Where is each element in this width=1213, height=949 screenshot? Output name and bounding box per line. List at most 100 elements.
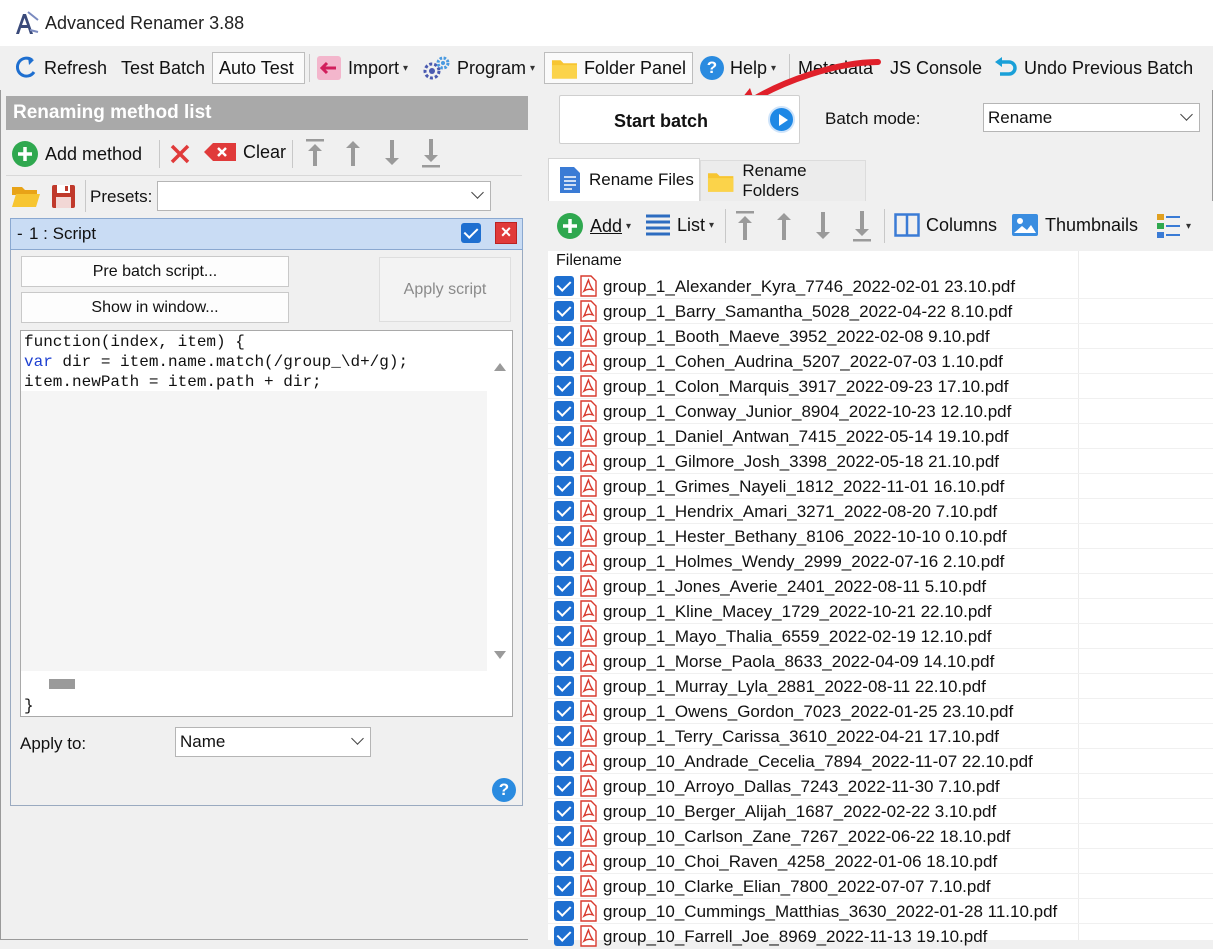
file-checkbox[interactable]	[554, 776, 574, 796]
method-help-icon[interactable]: ?	[492, 778, 516, 802]
file-row[interactable]: group_1_Booth_Maeve_3952_2022-02-08 9.10…	[548, 324, 1213, 349]
refresh-button[interactable]: Refresh	[12, 52, 107, 84]
file-row[interactable]: group_10_Cummings_Matthias_3630_2022-01-…	[548, 899, 1213, 924]
file-row[interactable]: group_10_Carlson_Zane_7267_2022-06-22 18…	[548, 824, 1213, 849]
add-files-button[interactable]: Add ▾	[556, 212, 631, 240]
file-checkbox[interactable]	[554, 601, 574, 621]
presets-dropdown[interactable]	[157, 181, 491, 211]
move-top-icon[interactable]	[304, 138, 326, 168]
apply-to-dropdown[interactable]: Name	[175, 727, 371, 757]
clear-button[interactable]: Clear	[203, 140, 286, 164]
file-checkbox[interactable]	[554, 526, 574, 546]
file-row[interactable]: group_1_Terry_Carissa_3610_2022-04-21 17…	[548, 724, 1213, 749]
file-checkbox[interactable]	[554, 351, 574, 371]
file-checkbox[interactable]	[554, 476, 574, 496]
start-batch-button[interactable]: Start batch	[559, 95, 800, 144]
file-checkbox[interactable]	[554, 551, 574, 571]
file-row[interactable]: group_10_Choi_Raven_4258_2022-01-06 18.1…	[548, 849, 1213, 874]
tab-rename-folders[interactable]: Rename Folders	[700, 160, 866, 201]
apply-script-button[interactable]: Apply script	[379, 257, 511, 322]
folder-panel-toggle[interactable]: Folder Panel	[544, 52, 693, 84]
file-row[interactable]: group_10_Clarke_Elian_7800_2022-07-07 7.…	[548, 874, 1213, 899]
file-row[interactable]: group_1_Cohen_Audrina_5207_2022-07-03 1.…	[548, 349, 1213, 374]
move-up-icon[interactable]	[773, 210, 795, 242]
file-row[interactable]: group_1_Gilmore_Josh_3398_2022-05-18 21.…	[548, 449, 1213, 474]
list-button[interactable]: List ▾	[645, 212, 714, 238]
file-checkbox[interactable]	[554, 376, 574, 396]
file-row[interactable]: group_1_Daniel_Antwan_7415_2022-05-14 19…	[548, 424, 1213, 449]
scroll-up-icon[interactable]	[494, 363, 506, 371]
file-checkbox[interactable]	[554, 726, 574, 746]
file-row[interactable]: group_10_Berger_Alijah_1687_2022-02-22 3…	[548, 799, 1213, 824]
move-top-icon[interactable]	[734, 210, 756, 242]
file-checkbox[interactable]	[554, 276, 574, 296]
file-row[interactable]: group_1_Mayo_Thalia_6559_2022-02-19 12.1…	[548, 624, 1213, 649]
remove-method-close-icon[interactable]: ×	[495, 222, 517, 244]
pre-batch-script-button[interactable]: Pre batch script...	[21, 256, 289, 287]
file-checkbox[interactable]	[554, 576, 574, 596]
file-checkbox[interactable]	[554, 626, 574, 646]
file-row[interactable]: group_1_Grimes_Nayeli_1812_2022-11-01 16…	[548, 474, 1213, 499]
open-folder-icon[interactable]	[11, 183, 41, 209]
file-checkbox[interactable]	[554, 301, 574, 321]
batch-mode-dropdown[interactable]: Rename	[983, 103, 1200, 132]
file-row[interactable]: group_10_Farrell_Joe_8969_2022-11-13 19.…	[548, 924, 1213, 949]
undo-previous-batch-button[interactable]: Undo Previous Batch	[992, 52, 1193, 84]
tab-rename-files[interactable]: Rename Files	[548, 158, 700, 201]
file-row[interactable]: group_10_Andrade_Cecelia_7894_2022-11-07…	[548, 749, 1213, 774]
file-row[interactable]: group_1_Morse_Paola_8633_2022-04-09 14.1…	[548, 649, 1213, 674]
file-row[interactable]: group_1_Jones_Averie_2401_2022-08-11 5.1…	[548, 574, 1213, 599]
file-checkbox[interactable]	[554, 851, 574, 871]
file-row[interactable]: group_1_Alexander_Kyra_7746_2022-02-01 2…	[548, 274, 1213, 299]
file-row[interactable]: group_1_Colon_Marquis_3917_2022-09-23 17…	[548, 374, 1213, 399]
program-button[interactable]: Program ▾	[423, 52, 535, 84]
file-row[interactable]: group_1_Holmes_Wendy_2999_2022-07-16 2.1…	[548, 549, 1213, 574]
file-row[interactable]: group_1_Owens_Gordon_7023_2022-01-25 23.…	[548, 699, 1213, 724]
columns-button[interactable]: Columns	[894, 213, 997, 237]
move-bottom-icon[interactable]	[420, 138, 442, 170]
file-checkbox[interactable]	[554, 676, 574, 696]
file-row[interactable]: group_1_Kline_Macey_1729_2022-10-21 22.1…	[548, 599, 1213, 624]
view-options-button[interactable]: ▾	[1156, 212, 1191, 240]
editor-vertical-scrollbar[interactable]	[487, 351, 511, 671]
scroll-down-icon[interactable]	[494, 651, 506, 659]
file-row[interactable]: group_1_Barry_Samantha_5028_2022-04-22 8…	[548, 299, 1213, 324]
add-method-button[interactable]: Add method	[11, 140, 142, 168]
file-checkbox[interactable]	[554, 451, 574, 471]
remove-method-button[interactable]	[168, 142, 192, 166]
file-checkbox[interactable]	[554, 751, 574, 771]
method-enabled-checkbox[interactable]	[461, 223, 481, 243]
move-down-icon[interactable]	[812, 210, 834, 242]
file-row[interactable]: group_1_Hendrix_Amari_3271_2022-08-20 7.…	[548, 499, 1213, 524]
move-up-icon[interactable]	[342, 138, 364, 168]
file-checkbox[interactable]	[554, 826, 574, 846]
test-batch-button[interactable]: Test Batch	[121, 52, 205, 84]
filename-column-header[interactable]: Filename	[556, 252, 622, 270]
file-checkbox[interactable]	[554, 701, 574, 721]
file-checkbox[interactable]	[554, 326, 574, 346]
editor-horizontal-scroll-thumb[interactable]	[49, 679, 75, 689]
file-row[interactable]: group_1_Conway_Junior_8904_2022-10-23 12…	[548, 399, 1213, 424]
file-checkbox[interactable]	[554, 426, 574, 446]
file-row[interactable]: group_1_Murray_Lyla_2881_2022-08-11 22.1…	[548, 674, 1213, 699]
save-icon[interactable]	[51, 184, 76, 209]
file-checkbox[interactable]	[554, 926, 574, 946]
file-checkbox[interactable]	[554, 401, 574, 421]
file-checkbox[interactable]	[554, 901, 574, 921]
method-header[interactable]: - 1 : Script ×	[10, 218, 523, 250]
import-button[interactable]: Import ▾	[316, 52, 408, 84]
file-row[interactable]: group_1_Hester_Bethany_8106_2022-10-10 0…	[548, 524, 1213, 549]
panel-splitter[interactable]	[528, 90, 548, 940]
file-row[interactable]: group_10_Arroyo_Dallas_7243_2022-11-30 7…	[548, 774, 1213, 799]
js-console-button[interactable]: JS Console	[890, 52, 982, 84]
move-down-icon[interactable]	[381, 138, 403, 168]
file-checkbox[interactable]	[554, 876, 574, 896]
script-editor[interactable]: function(index, item) { var dir = item.n…	[20, 330, 513, 717]
thumbnails-button[interactable]: Thumbnails	[1011, 213, 1138, 237]
file-checkbox[interactable]	[554, 801, 574, 821]
collapse-toggle[interactable]: -	[17, 224, 23, 244]
auto-test-toggle[interactable]: Auto Test	[212, 52, 305, 84]
file-checkbox[interactable]	[554, 651, 574, 671]
file-checkbox[interactable]	[554, 501, 574, 521]
move-bottom-icon[interactable]	[851, 210, 873, 244]
